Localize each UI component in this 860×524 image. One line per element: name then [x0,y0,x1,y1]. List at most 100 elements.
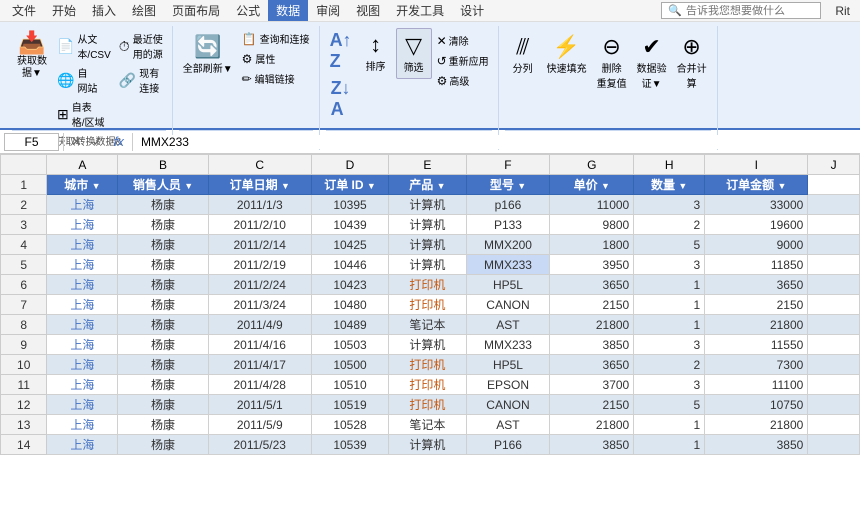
search-input[interactable] [686,5,816,17]
cell-10-E[interactable]: 打印机 [389,355,466,375]
cell-3-F[interactable]: P133 [466,215,550,235]
menu-data[interactable]: 数据 [268,0,308,21]
header-product[interactable]: 产品 ▼ [389,175,466,195]
cell-7-C[interactable]: 2011/3/24 [208,295,311,315]
btn-from-web[interactable]: 🌐 自网站 [54,64,114,96]
cell-7-B[interactable]: 杨康 [118,295,208,315]
menu-start[interactable]: 开始 [44,0,84,21]
btn-merge-calc[interactable]: ⊕ 合并计算 [673,30,711,94]
filter-arrow-date[interactable]: ▼ [281,181,290,191]
btn-from-table[interactable]: ⊞ 自表格/区域 [54,98,114,130]
header-city[interactable]: 城市 ▼ [47,175,118,195]
cell-10-I[interactable]: 7300 [705,355,808,375]
cell-12-D[interactable]: 10519 [311,395,388,415]
search-box[interactable]: 🔍 [661,2,821,19]
cell-9-B[interactable]: 杨康 [118,335,208,355]
cell-8-D[interactable]: 10489 [311,315,388,335]
cell-6-F[interactable]: HP5L [466,275,550,295]
header-salesperson[interactable]: 销售人员 ▼ [118,175,208,195]
btn-edit-links[interactable]: ✏ 编辑链接 [239,70,313,87]
cell-12-G[interactable]: 2150 [550,395,634,415]
cell-8-F[interactable]: AST [466,315,550,335]
cell-11-E[interactable]: 打印机 [389,375,466,395]
cell-13-F[interactable]: AST [466,415,550,435]
filter-arrow-amount[interactable]: ▼ [777,181,786,191]
btn-data-valid[interactable]: ✔ 数据验证▼ [633,30,671,94]
cell-2-A[interactable]: 上海 [47,195,118,215]
cell-9-G[interactable]: 3850 [550,335,634,355]
cell-12-H[interactable]: 5 [634,395,705,415]
cell-4-A[interactable]: 上海 [47,235,118,255]
cell-11-A[interactable]: 上海 [47,375,118,395]
cell-4-B[interactable]: 杨康 [118,235,208,255]
cell-12-B[interactable]: 杨康 [118,395,208,415]
cell-12-A[interactable]: 上海 [47,395,118,415]
cell-14-C[interactable]: 2011/5/23 [208,435,311,455]
cell-8-B[interactable]: 杨康 [118,315,208,335]
cell-7-E[interactable]: 打印机 [389,295,466,315]
btn-flash-fill[interactable]: ⚡ 快速填充 [543,30,591,79]
cell-6-H[interactable]: 1 [634,275,705,295]
header-qty[interactable]: 数量 ▼ [634,175,705,195]
filter-arrow-model[interactable]: ▼ [517,181,526,191]
menu-layout[interactable]: 页面布局 [164,0,228,21]
cell-11-B[interactable]: 杨康 [118,375,208,395]
filter-arrow-city[interactable]: ▼ [92,181,101,191]
cell-14-H[interactable]: 1 [634,435,705,455]
cell-3-D[interactable]: 10439 [311,215,388,235]
header-orderid[interactable]: 订单 ID ▼ [311,175,388,195]
cell-4-F[interactable]: MMX200 [466,235,550,255]
cell-8-G[interactable]: 21800 [550,315,634,335]
cell-13-C[interactable]: 2011/5/9 [208,415,311,435]
cell-4-C[interactable]: 2011/2/14 [208,235,311,255]
menu-file[interactable]: 文件 [4,0,44,21]
confirm-icon[interactable]: ✓ [89,134,106,150]
cell-14-D[interactable]: 10539 [311,435,388,455]
cell-6-A[interactable]: 上海 [47,275,118,295]
btn-query-conn[interactable]: 📋 查询和连接 [239,30,313,47]
col-header-B[interactable]: B [118,155,208,175]
cell-6-B[interactable]: 杨康 [118,275,208,295]
cell-5-C[interactable]: 2011/2/19 [208,255,311,275]
cell-7-A[interactable]: 上海 [47,295,118,315]
cell-3-I[interactable]: 19600 [705,215,808,235]
header-amount[interactable]: 订单金额 ▼ [705,175,808,195]
cell-10-F[interactable]: HP5L [466,355,550,375]
cell-2-C[interactable]: 2011/1/3 [208,195,311,215]
cell-6-C[interactable]: 2011/2/24 [208,275,311,295]
filter-arrow-salesperson[interactable]: ▼ [184,181,193,191]
col-header-I[interactable]: I [705,155,808,175]
cell-6-G[interactable]: 3650 [550,275,634,295]
cell-2-H[interactable]: 3 [634,195,705,215]
btn-reapply[interactable]: ↺ 重新应用 [434,52,492,69]
menu-devtools[interactable]: 开发工具 [388,0,452,21]
cell-3-B[interactable]: 杨康 [118,215,208,235]
btn-from-text[interactable]: 📄 从文本/CSV [54,30,114,62]
cell-4-D[interactable]: 10425 [311,235,388,255]
fx-icon[interactable]: fx [110,134,128,149]
cell-9-H[interactable]: 3 [634,335,705,355]
cell-6-D[interactable]: 10423 [311,275,388,295]
cell-8-E[interactable]: 笔记本 [389,315,466,335]
cell-12-I[interactable]: 10750 [705,395,808,415]
cell-11-D[interactable]: 10510 [311,375,388,395]
cell-9-C[interactable]: 2011/4/16 [208,335,311,355]
cell-7-F[interactable]: CANON [466,295,550,315]
cell-9-I[interactable]: 11550 [705,335,808,355]
cell-14-I[interactable]: 3850 [705,435,808,455]
header-price[interactable]: 单价 ▼ [550,175,634,195]
btn-get-data[interactable]: 📥 获取数据▼ [12,26,52,84]
cell-5-B[interactable]: 杨康 [118,255,208,275]
cell-7-G[interactable]: 2150 [550,295,634,315]
header-model[interactable]: 型号 ▼ [466,175,550,195]
cell-10-A[interactable]: 上海 [47,355,118,375]
cell-14-E[interactable]: 计算机 [389,435,466,455]
cell-7-I[interactable]: 2150 [705,295,808,315]
cell-3-C[interactable]: 2011/2/10 [208,215,311,235]
cell-5-F[interactable]: MMX233 [466,255,550,275]
cell-14-G[interactable]: 3850 [550,435,634,455]
cell-4-G[interactable]: 1800 [550,235,634,255]
cell-13-E[interactable]: 笔记本 [389,415,466,435]
menu-insert[interactable]: 插入 [84,0,124,21]
cell-3-H[interactable]: 2 [634,215,705,235]
